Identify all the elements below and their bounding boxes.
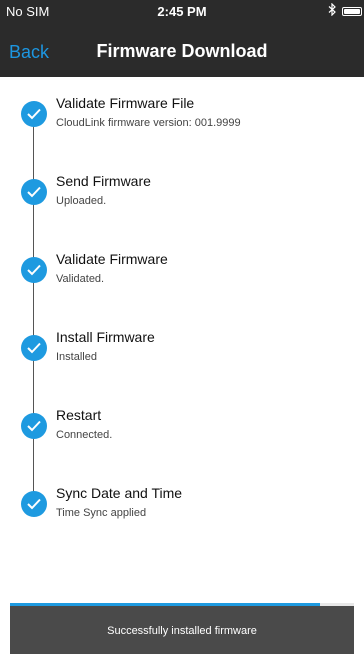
checkmark-icon: [21, 335, 47, 361]
step-title: Restart: [56, 407, 102, 423]
step-subtitle: Installed: [56, 351, 97, 363]
step-install-firmware: Install Firmware Installed: [0, 311, 364, 371]
step-send-firmware: Send Firmware Uploaded.: [0, 155, 364, 215]
step-subtitle: Time Sync applied: [56, 507, 147, 519]
status-time: 2:45 PM: [157, 4, 207, 19]
checkmark-icon: [21, 179, 47, 205]
toast: Successfully installed firmware: [10, 606, 354, 654]
checkmark-icon: [21, 257, 47, 283]
nav-bar: Back Firmware Download: [0, 32, 364, 72]
firmware-download-screen: No SIM 2:45 PM Back Firmware Download Va…: [0, 0, 364, 654]
status-bar: No SIM 2:45 PM: [0, 0, 364, 24]
step-title: Send Firmware: [56, 173, 151, 189]
step-title: Validate Firmware: [56, 251, 168, 267]
page-title: Firmware Download: [96, 41, 268, 61]
step-restart: Restart Connected.: [0, 389, 364, 449]
step-subtitle: Connected.: [56, 429, 113, 441]
step-subtitle: CloudLink firmware version: 001.9999: [56, 117, 241, 129]
step-title: Validate Firmware File: [56, 95, 195, 111]
step-sync-date-and-time: Sync Date and Time Time Sync applied: [0, 467, 364, 527]
checkmark-icon: [21, 413, 47, 439]
step-validate-firmware-file: Validate Firmware File CloudLink firmwar…: [0, 77, 364, 137]
bluetooth-icon: [328, 2, 336, 19]
step-subtitle: Validated.: [56, 273, 105, 285]
step-title: Install Firmware: [56, 329, 155, 345]
step-title: Sync Date and Time: [56, 485, 183, 501]
header: No SIM 2:45 PM Back Firmware Download: [0, 0, 364, 77]
step-validate-firmware: Validate Firmware Validated.: [0, 233, 364, 293]
checkmark-icon: [21, 491, 47, 517]
step-subtitle: Uploaded.: [56, 195, 107, 207]
checkmark-icon: [21, 101, 47, 127]
battery-icon: [342, 7, 362, 16]
toast-message: Successfully installed firmware: [107, 625, 257, 637]
